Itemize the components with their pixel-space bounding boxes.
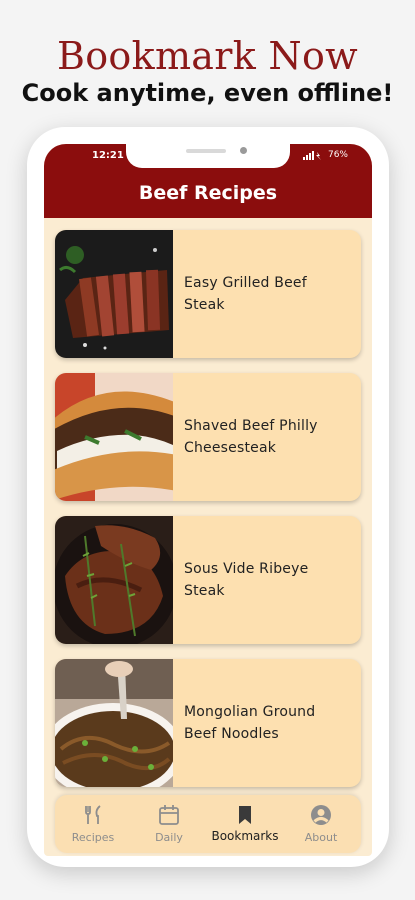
camera-notch — [126, 144, 290, 168]
bookmark-icon — [239, 806, 251, 824]
nav-label: Daily — [155, 831, 183, 844]
recipe-title: Easy Grilled Beef Steak — [184, 275, 307, 313]
grilled-steak-photo — [55, 230, 173, 358]
front-camera — [240, 147, 247, 154]
philly-cheesesteak-photo — [55, 373, 173, 501]
speaker-grille — [186, 149, 226, 153]
nav-recipes[interactable]: Recipes — [55, 795, 131, 853]
recipe-card[interactable]: Sous Vide Ribeye Steak — [55, 516, 361, 644]
nav-label: About — [304, 831, 338, 844]
status-time: 12:21 — [92, 150, 124, 161]
battery-percent: 76% — [327, 150, 348, 160]
recipe-title: Shaved Beef Philly Cheesesteak — [184, 418, 318, 456]
recipe-card[interactable]: Mongolian Ground Beef Noodles — [55, 659, 361, 787]
beef-noodles-photo — [55, 659, 173, 787]
nav-bookmarks[interactable]: Bookmarks — [207, 795, 283, 853]
status-indicators: 76% — [302, 150, 348, 160]
fork-knife-icon — [85, 805, 101, 824]
bottom-navigation: Recipes Daily Bookmarks About — [55, 795, 361, 853]
account-icon — [311, 805, 331, 825]
nav-daily[interactable]: Daily — [131, 795, 207, 853]
promo-subtitle: Cook anytime, even offline! — [21, 79, 394, 107]
promo-title: Bookmark Now — [57, 34, 358, 78]
recipe-card[interactable]: Shaved Beef Philly Cheesesteak — [55, 373, 361, 501]
ribeye-steak-photo — [55, 516, 173, 644]
recipe-card[interactable]: Easy Grilled Beef Steak — [55, 230, 361, 358]
nav-about[interactable]: About — [283, 795, 359, 853]
recipe-title: Sous Vide Ribeye Steak — [184, 561, 309, 599]
recipe-title: Mongolian Ground Beef Noodles — [184, 704, 316, 742]
nav-label: Recipes — [71, 831, 115, 844]
page-title: Beef Recipes — [138, 182, 278, 204]
app-screen: 12:21 76% Beef Recipes Easy Grilled Beef… — [44, 144, 372, 856]
nav-label: Bookmarks — [211, 829, 279, 843]
calendar-icon — [159, 805, 179, 825]
app-bar: 12:21 76% Beef Recipes — [44, 144, 372, 218]
signal-icon — [302, 150, 321, 160]
